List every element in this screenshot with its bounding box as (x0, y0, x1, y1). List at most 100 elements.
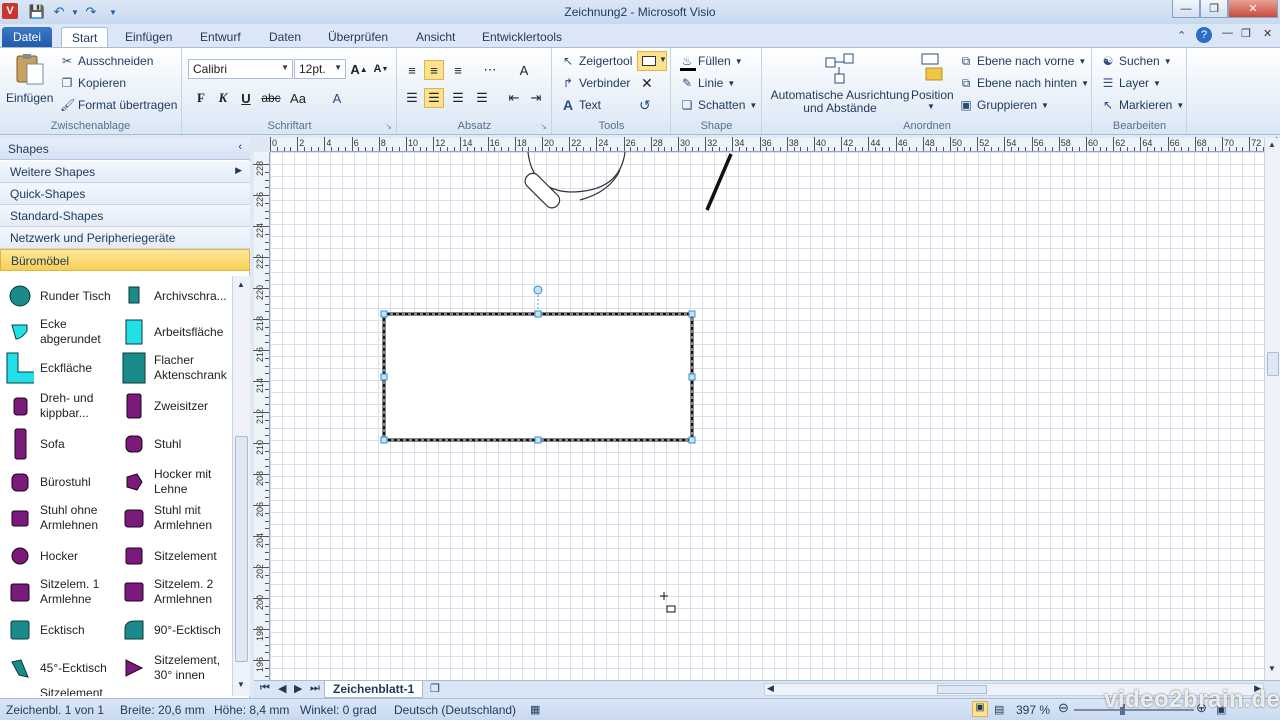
shape-item-partial[interactable]: Sitzelement (40, 686, 103, 696)
align-left-icon[interactable]: ☰ (402, 88, 422, 108)
stencil-quick-shapes[interactable]: Quick-Shapes (0, 183, 250, 205)
status-language[interactable]: Deutsch (Deutschland) (394, 703, 516, 717)
fill-button[interactable]: ♨ Füllen ▼ (680, 54, 743, 68)
shape-item-sofa[interactable]: Sofa (6, 428, 65, 460)
format-painter-button[interactable]: 🖌 Format übertragen (60, 98, 177, 112)
select-button[interactable]: ↖ Markieren ▼ (1101, 98, 1184, 112)
shadow-button[interactable]: ❏ Schatten ▼ (680, 98, 758, 112)
collapse-panel-icon[interactable]: ‹ (238, 141, 242, 153)
shape-item-chair-with-arms[interactable]: Stuhl mit Armlehnen (120, 502, 212, 534)
tab-review[interactable]: Überprüfen (318, 27, 398, 48)
prev-page-icon[interactable]: ◀ (278, 682, 286, 695)
font-size-select[interactable]: 12pt. ▼ (294, 59, 346, 79)
shape-item-work-surface[interactable]: Arbeitsfläche (120, 316, 223, 348)
rotate-text-icon[interactable]: ↺ (639, 97, 651, 114)
shape-item-corner-table-90[interactable]: 90°-Ecktisch (120, 614, 221, 646)
change-case-button[interactable]: Aa (286, 88, 310, 108)
close-button[interactable]: ✕ (1228, 0, 1278, 18)
position-button[interactable]: Position ▼ (911, 52, 954, 111)
first-page-icon[interactable]: ⏮ (260, 682, 270, 695)
stencil-office-furniture[interactable]: Büromöbel (0, 249, 250, 271)
shape-item-loveseat[interactable]: Zweisitzer (120, 390, 208, 422)
stencil-more-shapes[interactable]: Weitere Shapes ▶ (0, 161, 250, 183)
align-middle-icon[interactable]: ≡ (424, 60, 444, 80)
minimize-button[interactable]: — (1172, 0, 1200, 18)
line-shape[interactable] (705, 153, 733, 211)
shape-item-round-table[interactable]: Runder Tisch (6, 280, 111, 312)
group-button[interactable]: ▣ Gruppieren ▼ (959, 98, 1049, 112)
canvas-vertical-scrollbar[interactable]: ▲ ▼ (1264, 138, 1280, 680)
align-top-icon[interactable]: ≡ (402, 60, 422, 80)
scroll-down-icon[interactable]: ▼ (1268, 664, 1276, 673)
shape-item-chair[interactable]: Stuhl (120, 428, 181, 460)
help-icon[interactable]: ? (1196, 27, 1212, 43)
minimize-ribbon-icon[interactable]: ⌃ (1177, 29, 1186, 42)
status-page[interactable]: Zeichenbl. 1 von 1 (6, 703, 104, 717)
shape-item-seat-1-arm[interactable]: Sitzelem. 1 Armlehne (6, 576, 99, 608)
tab-start[interactable]: Start (61, 27, 109, 48)
macro-icon[interactable]: ▦ (530, 703, 540, 716)
full-screen-icon[interactable]: ▤ (994, 703, 1004, 716)
shape-item-corner-table[interactable]: Ecktisch (6, 614, 85, 646)
shrink-font-icon[interactable]: A ▼ (371, 59, 391, 79)
paste-button[interactable]: Einfügen (6, 52, 53, 105)
sheet-tab[interactable]: Zeichenblatt-1 (324, 681, 424, 698)
shape-item-rounded-corner[interactable]: Ecke abgerundet (6, 316, 101, 348)
maximize-button[interactable]: ❐ (1200, 0, 1228, 18)
strikethrough-button[interactable]: abc (259, 88, 283, 108)
scroll-left-icon[interactable]: ◀ (767, 683, 774, 694)
zoom-level[interactable]: 397 % (1016, 703, 1050, 717)
stencil-basic-shapes[interactable]: Standard-Shapes (0, 205, 250, 227)
stencil-network[interactable]: Netzwerk und Peripheriegeräte (0, 227, 250, 249)
text-direction-icon[interactable]: A (514, 60, 534, 80)
shape-item-seat-30-inner[interactable]: Sitzelement, 30° innen (120, 652, 220, 684)
font-family-select[interactable]: Calibri ▼ (188, 59, 293, 79)
tab-view[interactable]: Ansicht (406, 27, 465, 48)
decrease-indent-icon[interactable]: ⇤ (504, 88, 524, 108)
grow-font-icon[interactable]: A ▲ (349, 59, 369, 79)
shape-item-flat-file-cabinet[interactable]: Flacher Aktenschrank (120, 352, 227, 384)
dialog-launcher-icon[interactable]: ↘ (540, 122, 547, 131)
find-button[interactable]: ☯ Suchen ▼ (1101, 54, 1172, 68)
tab-insert[interactable]: Einfügen (115, 27, 182, 48)
auto-align-button[interactable]: Automatische Ausrichtung und Abstände (767, 52, 913, 115)
bring-forward-button[interactable]: ⧉ Ebene nach vorne ▼ (959, 54, 1087, 68)
increase-indent-icon[interactable]: ⇥ (526, 88, 546, 108)
underline-button[interactable]: U (236, 88, 256, 108)
chair-shape[interactable] (522, 152, 626, 211)
bold-button[interactable]: F (191, 88, 211, 108)
rotation-handle[interactable] (533, 285, 543, 295)
shape-item-chair-no-arms[interactable]: Stuhl ohne Armlehnen (6, 502, 98, 534)
tab-file[interactable]: Datei (2, 27, 52, 48)
rectangle-tool-button[interactable]: ▼ (637, 51, 667, 71)
copy-button[interactable]: ❐ Kopieren (60, 76, 126, 90)
page-view-icon[interactable]: ▣ (972, 701, 988, 717)
justify-icon[interactable]: ☰ (472, 88, 492, 108)
insert-page-icon[interactable]: ❐ (430, 682, 440, 695)
layer-button[interactable]: ☰ Layer ▼ (1101, 76, 1161, 90)
shape-item-corner-surface[interactable]: Eckfläche (6, 352, 92, 384)
bullets-icon[interactable]: ⋯ (480, 60, 500, 80)
tab-data[interactable]: Daten (259, 27, 311, 48)
zoom-out-icon[interactable]: ⊖ (1058, 700, 1069, 716)
scroll-thumb[interactable] (235, 436, 248, 662)
shape-item-office-chair[interactable]: Bürostuhl (6, 466, 91, 498)
shape-item-filing-cabinet[interactable]: Archivschra... (120, 280, 227, 312)
align-center-icon[interactable]: ☰ (424, 88, 444, 108)
dialog-launcher-icon[interactable]: ↘ (385, 122, 392, 131)
align-bottom-icon[interactable]: ≡ (448, 60, 468, 80)
drawing-canvas[interactable] (270, 152, 1264, 680)
connector-tool-button[interactable]: ↱ Verbinder (561, 76, 630, 90)
pointer-tool-button[interactable]: ↖ Zeigertool (561, 54, 632, 68)
doc-minimize-icon[interactable]: — (1222, 27, 1233, 39)
scroll-thumb[interactable] (1267, 352, 1279, 376)
next-page-icon[interactable]: ▶ (294, 682, 302, 695)
shape-item-stool[interactable]: Hocker (6, 540, 78, 572)
italic-button[interactable]: K (213, 88, 233, 108)
tab-developer[interactable]: Entwicklertools (472, 27, 572, 48)
shape-item-stool-with-back[interactable]: Hocker mit Lehne (120, 466, 211, 498)
doc-restore-icon[interactable]: ❐ (1241, 27, 1251, 40)
doc-close-icon[interactable]: ✕ (1263, 27, 1272, 40)
scroll-thumb[interactable] (937, 685, 987, 694)
cut-button[interactable]: ✂ Ausschneiden (60, 54, 153, 68)
